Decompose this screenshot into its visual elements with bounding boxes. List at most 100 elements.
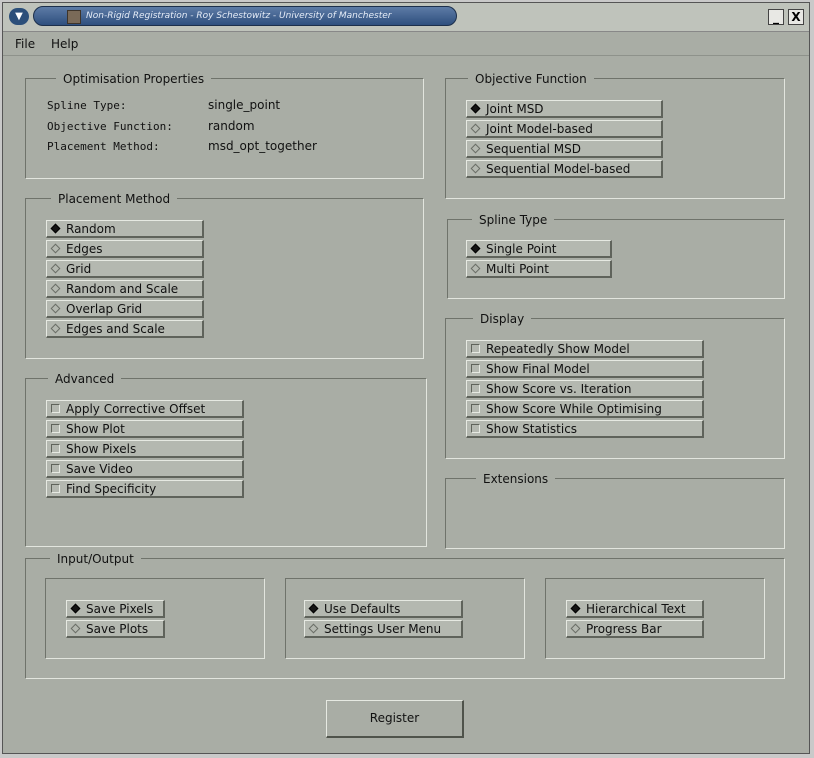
- io-group-settings: [285, 578, 525, 659]
- radio-save-plots[interactable]: Save Plots: [66, 620, 165, 638]
- radio-sequential-model-based[interactable]: Sequential Model-based: [466, 160, 663, 178]
- app-icon: [67, 10, 81, 24]
- option-label: Find Specificity: [66, 482, 157, 496]
- checkbox-indicator: [471, 344, 480, 353]
- radio-hierarchical-text[interactable]: Hierarchical Text: [566, 600, 704, 618]
- radio-indicator: [470, 103, 481, 114]
- radio-indicator: [308, 623, 319, 634]
- radio-edges[interactable]: Edges: [46, 240, 204, 258]
- option-label: Progress Bar: [586, 622, 662, 636]
- radio-indicator: [50, 263, 61, 274]
- checkbox-show-score-while-optimising[interactable]: Show Score While Optimising: [466, 400, 704, 418]
- radio-save-pixels[interactable]: Save Pixels: [66, 600, 165, 618]
- option-label: Use Defaults: [324, 602, 401, 616]
- option-label: Random: [66, 222, 116, 236]
- radio-joint-model-based[interactable]: Joint Model-based: [466, 120, 663, 138]
- radio-edges-and-scale[interactable]: Edges and Scale: [46, 320, 204, 338]
- app-screen: ▼ Non-Rigid Registration - Roy Schestowi…: [0, 0, 814, 758]
- radio-indicator: [470, 123, 481, 134]
- title-pill[interactable]: Non-Rigid Registration - Roy Schestowitz…: [33, 6, 457, 26]
- radio-sequential-msd[interactable]: Sequential MSD: [466, 140, 663, 158]
- checkbox-indicator: [471, 384, 480, 393]
- window-title: Non-Rigid Registration - Roy Schestowitz…: [86, 11, 392, 21]
- option-label: Show Score vs. Iteration: [486, 382, 632, 396]
- advanced-title: Advanced: [48, 372, 122, 386]
- checkbox-show-statistics[interactable]: Show Statistics: [466, 420, 704, 438]
- placement-method-title: Placement Method: [51, 192, 178, 206]
- radio-progress-bar[interactable]: Progress Bar: [566, 620, 704, 638]
- checkbox-show-plot[interactable]: Show Plot: [46, 420, 244, 438]
- checkbox-apply-corrective-offset[interactable]: Apply Corrective Offset: [46, 400, 244, 418]
- extensions-panel: [445, 478, 785, 549]
- option-label: Save Video: [66, 462, 133, 476]
- minimize-button[interactable]: _: [768, 9, 784, 25]
- option-label: Edges: [66, 242, 103, 256]
- checkbox-indicator: [51, 464, 60, 473]
- optimisation-properties-title: Optimisation Properties: [56, 72, 212, 86]
- radio-random-and-scale[interactable]: Random and Scale: [46, 280, 204, 298]
- spline-type-title: Spline Type: [472, 213, 555, 227]
- radio-indicator: [50, 283, 61, 294]
- option-label: Show Statistics: [486, 422, 578, 436]
- menu-file[interactable]: File: [15, 37, 35, 51]
- radio-indicator: [308, 603, 319, 614]
- radio-random[interactable]: Random: [46, 220, 204, 238]
- option-label: Settings User Menu: [324, 622, 442, 636]
- spline-type-value: single_point: [208, 98, 281, 112]
- option-label: Grid: [66, 262, 92, 276]
- option-label: Random and Scale: [66, 282, 179, 296]
- radio-settings-user-menu[interactable]: Settings User Menu: [304, 620, 463, 638]
- menu-help[interactable]: Help: [51, 37, 78, 51]
- checkbox-indicator: [51, 404, 60, 413]
- objective-function-title: Objective Function: [468, 72, 594, 86]
- main-window: ▼ Non-Rigid Registration - Roy Schestowi…: [2, 2, 810, 754]
- option-label: Show Pixels: [66, 442, 137, 456]
- radio-indicator: [470, 243, 481, 254]
- io-group-save: [45, 578, 265, 659]
- radio-indicator: [70, 603, 81, 614]
- radio-indicator: [50, 223, 61, 234]
- radio-indicator: [570, 623, 581, 634]
- option-label: Save Plots: [86, 622, 149, 636]
- checkbox-indicator: [471, 404, 480, 413]
- option-label: Sequential MSD: [486, 142, 581, 156]
- option-label: Repeatedly Show Model: [486, 342, 630, 356]
- radio-indicator: [50, 243, 61, 254]
- radio-grid[interactable]: Grid: [46, 260, 204, 278]
- checkbox-find-specificity[interactable]: Find Specificity: [46, 480, 244, 498]
- radio-single-point[interactable]: Single Point: [466, 240, 612, 258]
- extensions-title: Extensions: [476, 472, 556, 486]
- checkbox-repeatedly-show-model[interactable]: Repeatedly Show Model: [466, 340, 704, 358]
- title-bar[interactable]: ▼ Non-Rigid Registration - Roy Schestowi…: [3, 3, 809, 32]
- input-output-title: Input/Output: [50, 552, 141, 566]
- radio-multi-point[interactable]: Multi Point: [466, 260, 612, 278]
- placement-method-value: msd_opt_together: [208, 139, 317, 153]
- radio-indicator: [50, 303, 61, 314]
- register-button[interactable]: Register: [326, 700, 464, 738]
- spline-type-label: Spline Type:: [47, 99, 127, 112]
- checkbox-save-video[interactable]: Save Video: [46, 460, 244, 478]
- checkbox-show-final-model[interactable]: Show Final Model: [466, 360, 704, 378]
- checkbox-indicator: [51, 424, 60, 433]
- objective-function-label: Objective Function:: [47, 120, 173, 133]
- radio-indicator: [70, 623, 81, 634]
- radio-joint-msd[interactable]: Joint MSD: [466, 100, 663, 118]
- checkbox-show-pixels[interactable]: Show Pixels: [46, 440, 244, 458]
- menu-bar: File Help: [3, 33, 809, 56]
- radio-indicator: [470, 143, 481, 154]
- option-label: Edges and Scale: [66, 322, 165, 336]
- checkbox-show-score-vs-iteration[interactable]: Show Score vs. Iteration: [466, 380, 704, 398]
- option-label: Show Final Model: [486, 362, 590, 376]
- option-label: Joint Model-based: [486, 122, 593, 136]
- spline-type-panel: [447, 219, 785, 299]
- radio-use-defaults[interactable]: Use Defaults: [304, 600, 463, 618]
- objective-function-panel: [445, 78, 785, 199]
- option-label: Sequential Model-based: [486, 162, 631, 176]
- radio-overlap-grid[interactable]: Overlap Grid: [46, 300, 204, 318]
- radio-indicator: [470, 163, 481, 174]
- window-menu-icon[interactable]: ▼: [9, 8, 29, 25]
- placement-method-label: Placement Method:: [47, 140, 160, 153]
- option-label: Multi Point: [486, 262, 549, 276]
- option-label: Single Point: [486, 242, 557, 256]
- close-button[interactable]: X: [788, 9, 804, 25]
